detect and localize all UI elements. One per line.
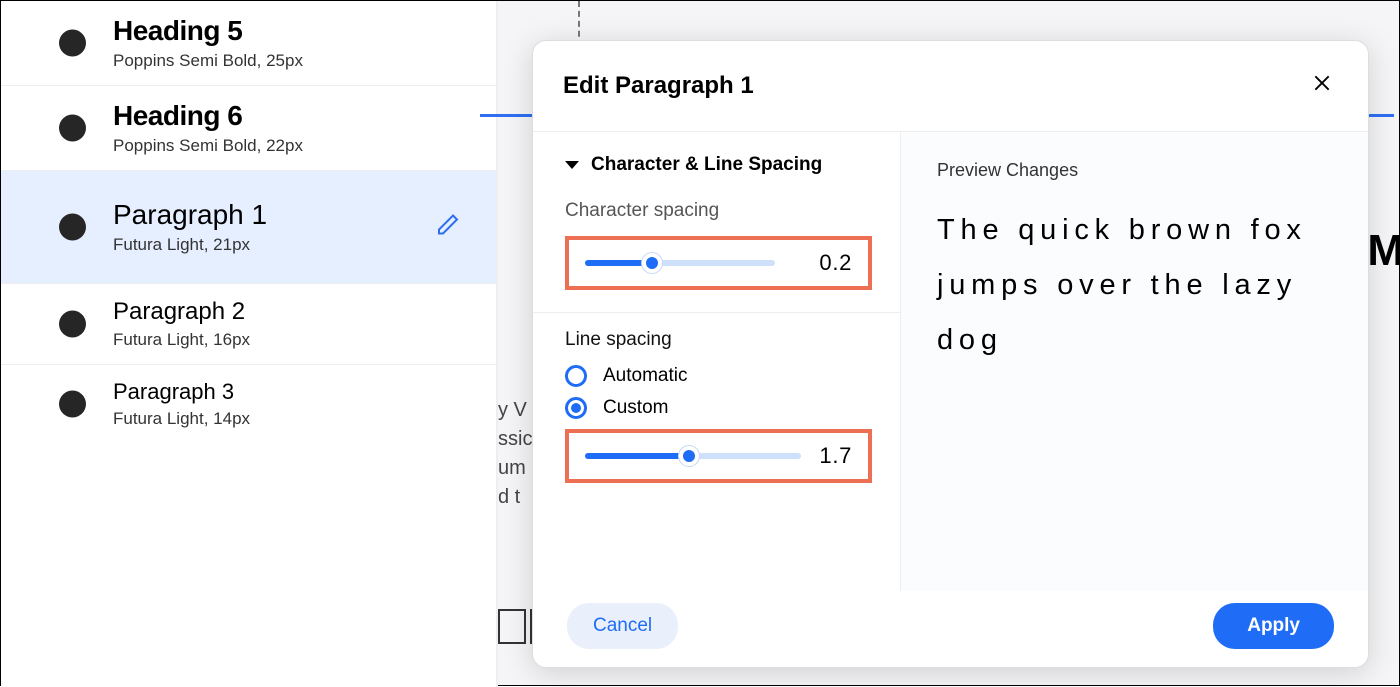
style-desc: Poppins Semi Bold, 22px <box>113 136 303 156</box>
modal-header: Edit Paragraph 1 <box>533 41 1368 131</box>
pencil-icon[interactable] <box>436 213 460 242</box>
triangle-down-icon <box>565 161 579 169</box>
line-spacing-group: Line spacing Automatic Custom 1.7 <box>533 312 900 505</box>
modal-title: Edit Paragraph 1 <box>563 72 754 100</box>
style-desc: Futura Light, 16px <box>113 330 250 350</box>
highlight-char-spacing: 0.2 <box>565 236 872 290</box>
bullet-icon <box>59 311 86 338</box>
char-spacing-label: Character spacing <box>565 200 872 222</box>
edit-paragraph-modal: Edit Paragraph 1 Character & Line Spacin… <box>532 40 1369 668</box>
style-item-heading-6[interactable]: Heading 6 Poppins Semi Bold, 22px <box>1 86 496 171</box>
line-spacing-label: Line spacing <box>565 329 872 351</box>
radio-icon <box>565 397 587 419</box>
style-name: Paragraph 1 <box>113 199 267 231</box>
style-item-paragraph-2[interactable]: Paragraph 2 Futura Light, 16px <box>1 284 496 365</box>
modal-footer: Cancel Apply <box>533 585 1368 667</box>
radio-label: Automatic <box>603 365 687 387</box>
style-item-paragraph-1[interactable]: Paragraph 1 Futura Light, 21px <box>1 171 496 284</box>
char-spacing-slider[interactable] <box>585 260 775 266</box>
style-name: Paragraph 3 <box>113 379 250 405</box>
line-spacing-value: 1.7 <box>819 443 852 469</box>
bullet-icon <box>59 115 86 142</box>
style-name: Heading 5 <box>113 15 303 47</box>
text-styles-panel: Heading 5 Poppins Semi Bold, 25px Headin… <box>1 1 498 687</box>
style-item-paragraph-3[interactable]: Paragraph 3 Futura Light, 14px <box>1 365 496 443</box>
close-icon[interactable] <box>1306 67 1338 105</box>
radio-label: Custom <box>603 397 668 419</box>
style-name: Heading 6 <box>113 100 303 132</box>
bullet-icon <box>59 214 86 241</box>
preview-text: The quick brown fox jumps over the lazy … <box>937 203 1332 368</box>
char-spacing-value: 0.2 <box>819 250 852 276</box>
preview-pane: Preview Changes The quick brown fox jump… <box>901 132 1368 591</box>
section-title: Character & Line Spacing <box>591 154 822 176</box>
radio-icon <box>565 365 587 387</box>
radio-automatic[interactable]: Automatic <box>565 365 872 387</box>
style-desc: Futura Light, 21px <box>113 235 267 255</box>
slider-thumb[interactable] <box>679 446 699 466</box>
style-desc: Poppins Semi Bold, 25px <box>113 51 303 71</box>
highlight-line-spacing: 1.7 <box>565 429 872 483</box>
preview-title: Preview Changes <box>937 160 1332 181</box>
slider-thumb[interactable] <box>642 253 662 273</box>
line-spacing-slider[interactable] <box>585 453 801 459</box>
bullet-icon <box>59 391 86 418</box>
section-toggle[interactable]: Character & Line Spacing <box>533 132 900 184</box>
bullet-icon <box>59 30 86 57</box>
bg-text-snippet: y V ssic um d t <box>498 396 532 512</box>
bg-frame <box>498 609 526 644</box>
apply-button[interactable]: Apply <box>1213 603 1334 649</box>
controls-pane: Character & Line Spacing Character spaci… <box>533 132 901 591</box>
style-name: Paragraph 2 <box>113 298 250 326</box>
bg-letter: M <box>1367 226 1400 276</box>
cancel-button[interactable]: Cancel <box>567 603 678 649</box>
style-desc: Futura Light, 14px <box>113 409 250 429</box>
style-item-heading-5[interactable]: Heading 5 Poppins Semi Bold, 25px <box>1 1 496 86</box>
character-spacing-group: Character spacing 0.2 <box>533 184 900 312</box>
radio-custom[interactable]: Custom <box>565 397 872 419</box>
